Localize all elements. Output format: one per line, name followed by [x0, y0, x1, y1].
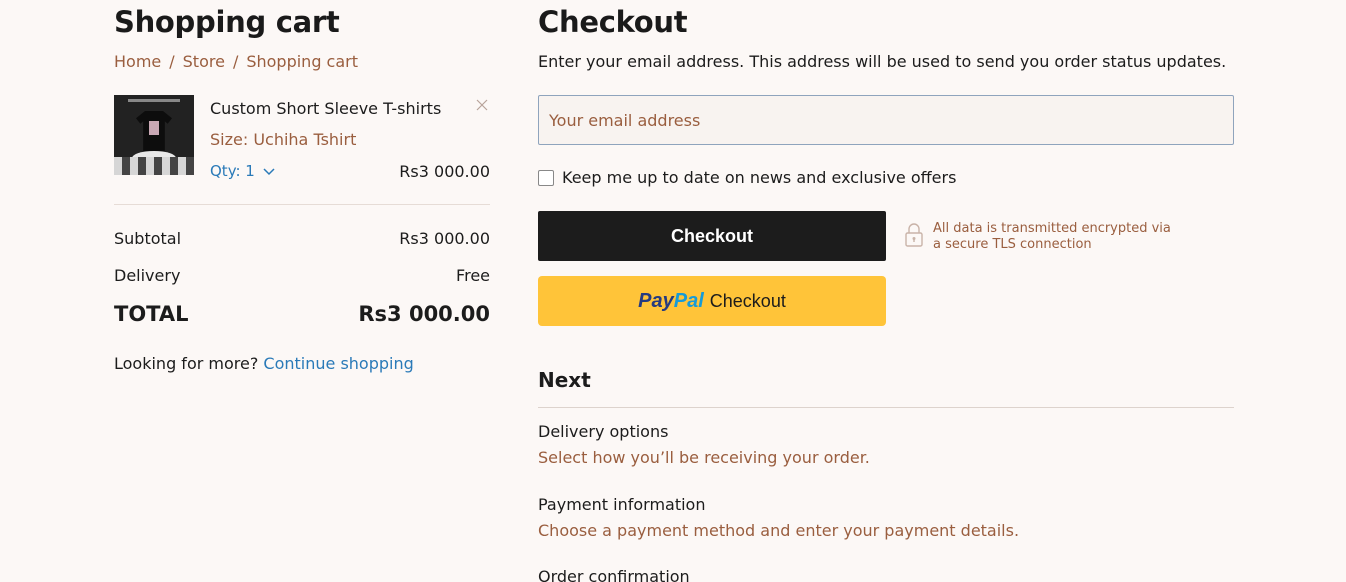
step-payment-desc: Choose a payment method and enter your p… [538, 521, 1020, 540]
quantity-label: Qty: 1 [210, 162, 255, 180]
item-size: Size: Uchiha Tshirt [210, 130, 357, 149]
lock-icon [905, 223, 923, 247]
total-label: TOTAL [114, 302, 189, 326]
thumbnail-floor [114, 157, 194, 175]
item-name[interactable]: Custom Short Sleeve T-shirts [210, 99, 441, 118]
paypal-logo-pal: Pal [673, 289, 704, 312]
subtotal-label: Subtotal [114, 229, 182, 248]
divider [538, 407, 1234, 408]
item-price: Rs3 000.00 [399, 162, 490, 181]
breadcrumb: Home / Store / Shopping cart [114, 52, 358, 71]
looking-for-more-text: Looking for more? [114, 354, 259, 373]
cart-title: Shopping cart [114, 5, 340, 39]
newsletter-option[interactable]: Keep me up to date on news and exclusive… [538, 168, 956, 187]
continue-shopping-link[interactable]: Continue shopping [263, 354, 413, 373]
next-heading: Next [538, 368, 591, 392]
paypal-logo-pay: Pay [638, 289, 674, 312]
cart-item: Custom Short Sleeve T-shirts Size: Uchih… [114, 95, 490, 181]
step-payment-title: Payment information [538, 495, 706, 514]
step-delivery-title: Delivery options [538, 422, 669, 441]
paypal-logo: PayPal [638, 290, 704, 313]
breadcrumb-home[interactable]: Home [114, 52, 161, 71]
step-delivery-desc: Select how you’ll be receiving your orde… [538, 448, 870, 467]
chevron-down-icon [263, 167, 275, 175]
divider [114, 204, 490, 205]
product-thumbnail[interactable] [114, 95, 194, 175]
breadcrumb-store[interactable]: Store [183, 52, 225, 71]
paypal-button-text: Checkout [709, 290, 786, 311]
secure-text-line1: All data is transmitted encrypted via [933, 221, 1171, 236]
continue-shopping-line: Looking for more? Continue shopping [114, 354, 414, 373]
delivery-label: Delivery [114, 266, 181, 285]
secure-notice: All data is transmitted encrypted via a … [904, 221, 1171, 253]
total-value: Rs3 000.00 [358, 302, 490, 326]
close-icon[interactable] [474, 97, 490, 113]
secure-text-line2: a secure TLS connection [933, 237, 1092, 252]
checkout-title: Checkout [538, 5, 688, 39]
breadcrumb-separator: / [169, 52, 175, 71]
thumbnail-banner [128, 99, 180, 102]
newsletter-label: Keep me up to date on news and exclusive… [562, 168, 957, 187]
step-confirmation-title: Order confirmation [538, 567, 690, 582]
checkout-button[interactable]: Checkout [538, 211, 886, 261]
breadcrumb-current[interactable]: Shopping cart [246, 52, 358, 71]
newsletter-checkbox[interactable] [538, 169, 554, 186]
thumbnail-print [149, 121, 159, 135]
checkout-intro: Enter your email address. This address w… [538, 52, 1227, 71]
breadcrumb-separator: / [232, 52, 239, 71]
delivery-value: Free [456, 266, 490, 285]
quantity-selector[interactable]: Qty: 1 [210, 162, 275, 180]
paypal-checkout-button[interactable]: PayPal Checkout [538, 276, 886, 326]
subtotal-value: Rs3 000.00 [399, 229, 490, 248]
email-input[interactable] [538, 95, 1234, 145]
